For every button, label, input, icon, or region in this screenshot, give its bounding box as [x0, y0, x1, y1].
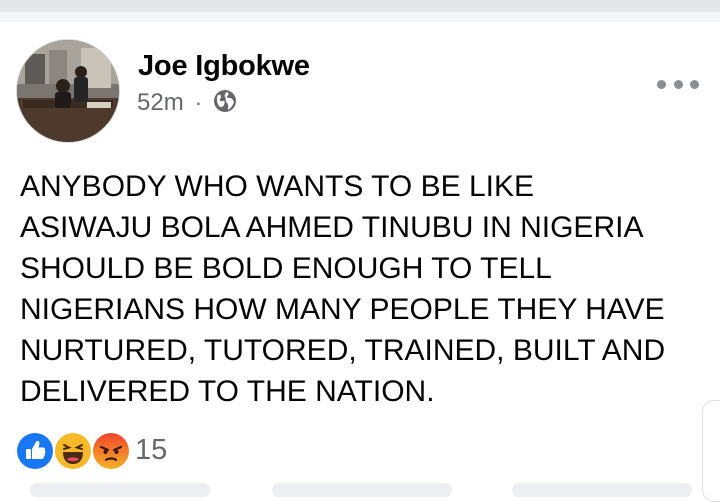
post-text: ANYBODY WHO WANTS TO BE LIKE ASIWAJU BOL…	[20, 166, 710, 412]
top-separator-bar	[0, 0, 720, 12]
post-text-line: SHOULD BE BOLD ENOUGH TO TELL	[20, 252, 552, 285]
like-icon	[15, 431, 55, 471]
post-text-line: DELIVERED TO THE NATION.	[20, 375, 435, 408]
angry-icon	[91, 431, 131, 471]
reactions-summary[interactable]: 15	[15, 430, 215, 471]
post-text-line: ASIWAJU BOLA AHMED TINUBU IN NIGERIA	[20, 211, 644, 244]
avatar-photo	[17, 40, 119, 142]
comment-action-button[interactable]	[272, 483, 452, 497]
more-options-button[interactable]	[657, 73, 699, 95]
post-text-line: NURTURED, TUTORED, TRAINED, BUILT AND	[20, 334, 666, 367]
adjacent-card-edge	[702, 400, 720, 502]
ellipsis-icon	[673, 79, 683, 89]
post-timestamp[interactable]: 52m	[137, 89, 184, 117]
share-action-button[interactable]	[512, 483, 692, 497]
author-name[interactable]: Joe Igbokwe	[138, 50, 310, 83]
reaction-count[interactable]: 15	[135, 434, 167, 467]
author-avatar[interactable]	[17, 40, 119, 142]
like-action-button[interactable]	[30, 483, 210, 497]
globe-icon[interactable]	[213, 89, 237, 118]
top-separator-shadow	[0, 12, 720, 22]
ellipsis-icon	[657, 79, 666, 89]
ellipsis-icon	[690, 79, 699, 89]
meta-separator: ·	[194, 90, 203, 115]
post-meta: 52m ·	[137, 88, 237, 118]
post-text-line: ANYBODY WHO WANTS TO BE LIKE	[20, 170, 534, 203]
post-text-line: NIGERIANS HOW MANY PEOPLE THEY HAVE	[20, 293, 665, 326]
haha-icon	[53, 431, 93, 471]
